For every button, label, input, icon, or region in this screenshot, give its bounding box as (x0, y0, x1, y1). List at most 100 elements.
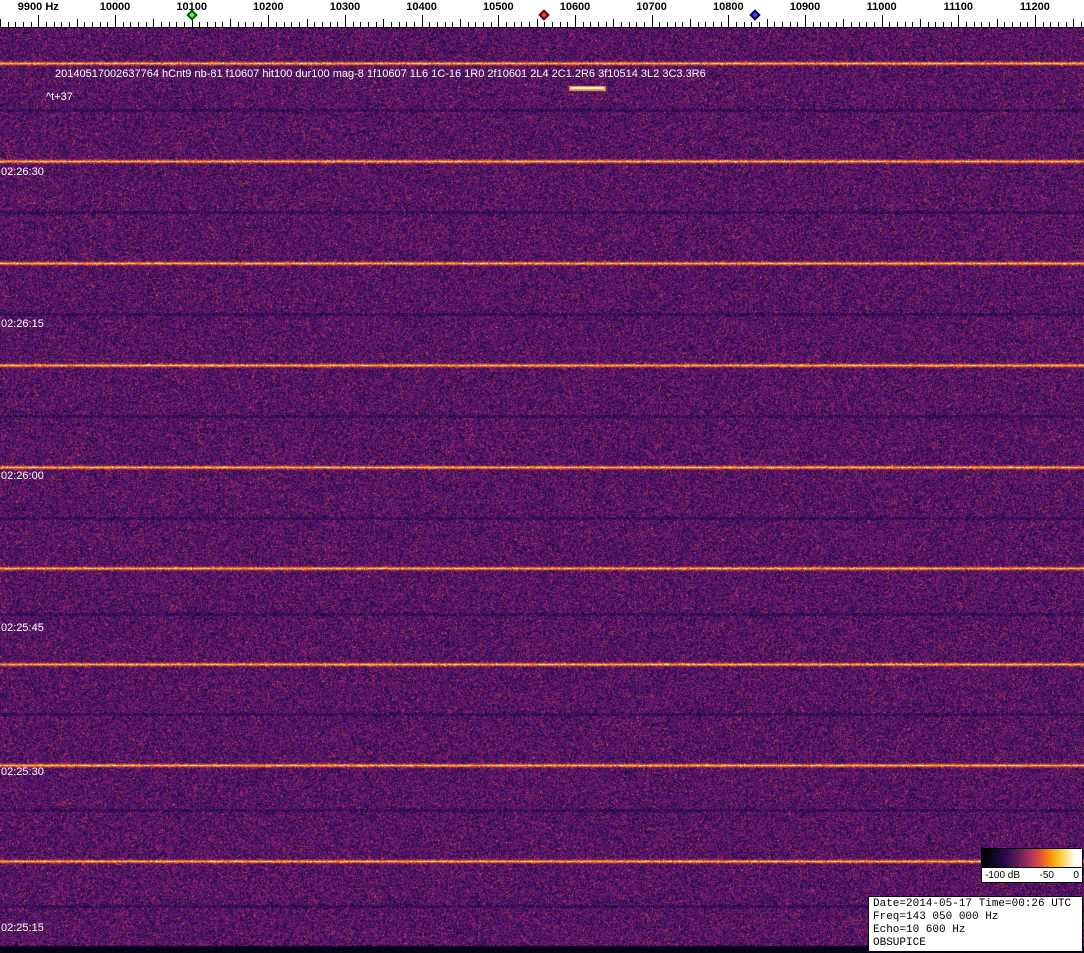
freq-tick (759, 22, 760, 27)
freq-tick (376, 22, 377, 27)
freq-tick (31, 22, 32, 27)
freq-tick (230, 19, 231, 27)
freq-tick (966, 22, 967, 27)
freq-tick (1073, 19, 1074, 27)
freq-tick-label: 9900 Hz (18, 1, 59, 13)
freq-tick (943, 22, 944, 27)
freq-tick (705, 22, 706, 27)
freq-tick (276, 22, 277, 27)
freq-tick (176, 22, 177, 27)
freq-tick (935, 22, 936, 27)
freq-tick (360, 22, 361, 27)
blue-diamond-marker[interactable] (749, 9, 760, 20)
freq-tick (422, 15, 423, 27)
freq-tick (506, 22, 507, 27)
freq-tick (736, 22, 737, 27)
freq-tick (920, 19, 921, 27)
freq-tick (207, 22, 208, 27)
freq-tick (1027, 22, 1028, 27)
freq-tick (184, 22, 185, 27)
freq-tick (498, 15, 499, 27)
freq-tick (567, 22, 568, 27)
freq-tick (238, 22, 239, 27)
freq-tick (391, 22, 392, 27)
freq-tick (77, 19, 78, 27)
freq-tick (874, 22, 875, 27)
freq-tick (1066, 22, 1067, 27)
freq-tick (475, 22, 476, 27)
frequency-ruler[interactable]: 9900 Hz 10000 10100 10200 10300 10400 10500 106… (0, 0, 1084, 28)
freq-tick (291, 22, 292, 27)
freq-tick (138, 22, 139, 27)
spectrogram-app-screen: 9900 Hz 10000 10100 10200 10300 10400 10500 106… (0, 0, 1084, 953)
freq-tick (897, 22, 898, 27)
freq-tick (383, 19, 384, 27)
freq-tick (15, 22, 16, 27)
freq-tick (1050, 22, 1051, 27)
freq-tick-label: 10200 (253, 1, 284, 13)
freq-tick (38, 15, 39, 27)
freq-tick-label: 10900 (790, 1, 821, 13)
freq-tick (1081, 22, 1082, 27)
freq-tick (889, 22, 890, 27)
freq-tick (245, 22, 246, 27)
freq-tick (981, 22, 982, 27)
freq-tick (54, 22, 55, 27)
freq-tick (199, 22, 200, 27)
freq-tick (805, 15, 806, 27)
freq-tick (866, 22, 867, 27)
freq-tick (314, 22, 315, 27)
freq-tick (590, 22, 591, 27)
freq-tick (84, 22, 85, 27)
freq-tick-label: 11100 (944, 1, 973, 13)
freq-tick (690, 19, 691, 27)
freq-tick (115, 15, 116, 27)
freq-tick (445, 22, 446, 27)
freq-tick (928, 22, 929, 27)
freq-tick (414, 22, 415, 27)
freq-tick (483, 22, 484, 27)
freq-tick (836, 22, 837, 27)
freq-tick-label: 10300 (330, 1, 361, 13)
freq-tick (721, 22, 722, 27)
freq-tick-label: 10000 (100, 1, 131, 13)
freq-tick (23, 22, 24, 27)
freq-tick (713, 22, 714, 27)
freq-tick (606, 22, 607, 27)
freq-tick (514, 22, 515, 27)
freq-tick (974, 22, 975, 27)
freq-tick (1004, 22, 1005, 27)
freq-tick (698, 22, 699, 27)
freq-tick-label: 11000 (867, 1, 897, 13)
freq-tick (491, 22, 492, 27)
freq-tick (652, 15, 653, 27)
freq-tick (253, 22, 254, 27)
red-diamond-marker[interactable] (539, 9, 550, 20)
freq-tick (153, 19, 154, 27)
waterfall-display[interactable] (0, 28, 1084, 953)
freq-tick (529, 22, 530, 27)
freq-tick-label: 10500 (483, 1, 514, 13)
freq-tick (468, 22, 469, 27)
freq-tick (92, 22, 93, 27)
freq-tick (1020, 22, 1021, 27)
freq-tick (790, 22, 791, 27)
freq-tick (560, 22, 561, 27)
freq-tick (843, 19, 844, 27)
freq-tick (1035, 15, 1036, 27)
freq-tick (429, 22, 430, 27)
freq-tick (123, 22, 124, 27)
freq-tick (767, 19, 768, 27)
freq-tick (399, 22, 400, 27)
freq-tick (337, 22, 338, 27)
freq-tick (330, 22, 331, 27)
freq-tick (521, 22, 522, 27)
freq-tick (215, 22, 216, 27)
freq-tick (859, 22, 860, 27)
freq-tick (882, 15, 883, 27)
freq-tick (161, 22, 162, 27)
freq-tick (452, 22, 453, 27)
freq-tick (629, 22, 630, 27)
freq-tick (46, 22, 47, 27)
freq-tick (644, 22, 645, 27)
